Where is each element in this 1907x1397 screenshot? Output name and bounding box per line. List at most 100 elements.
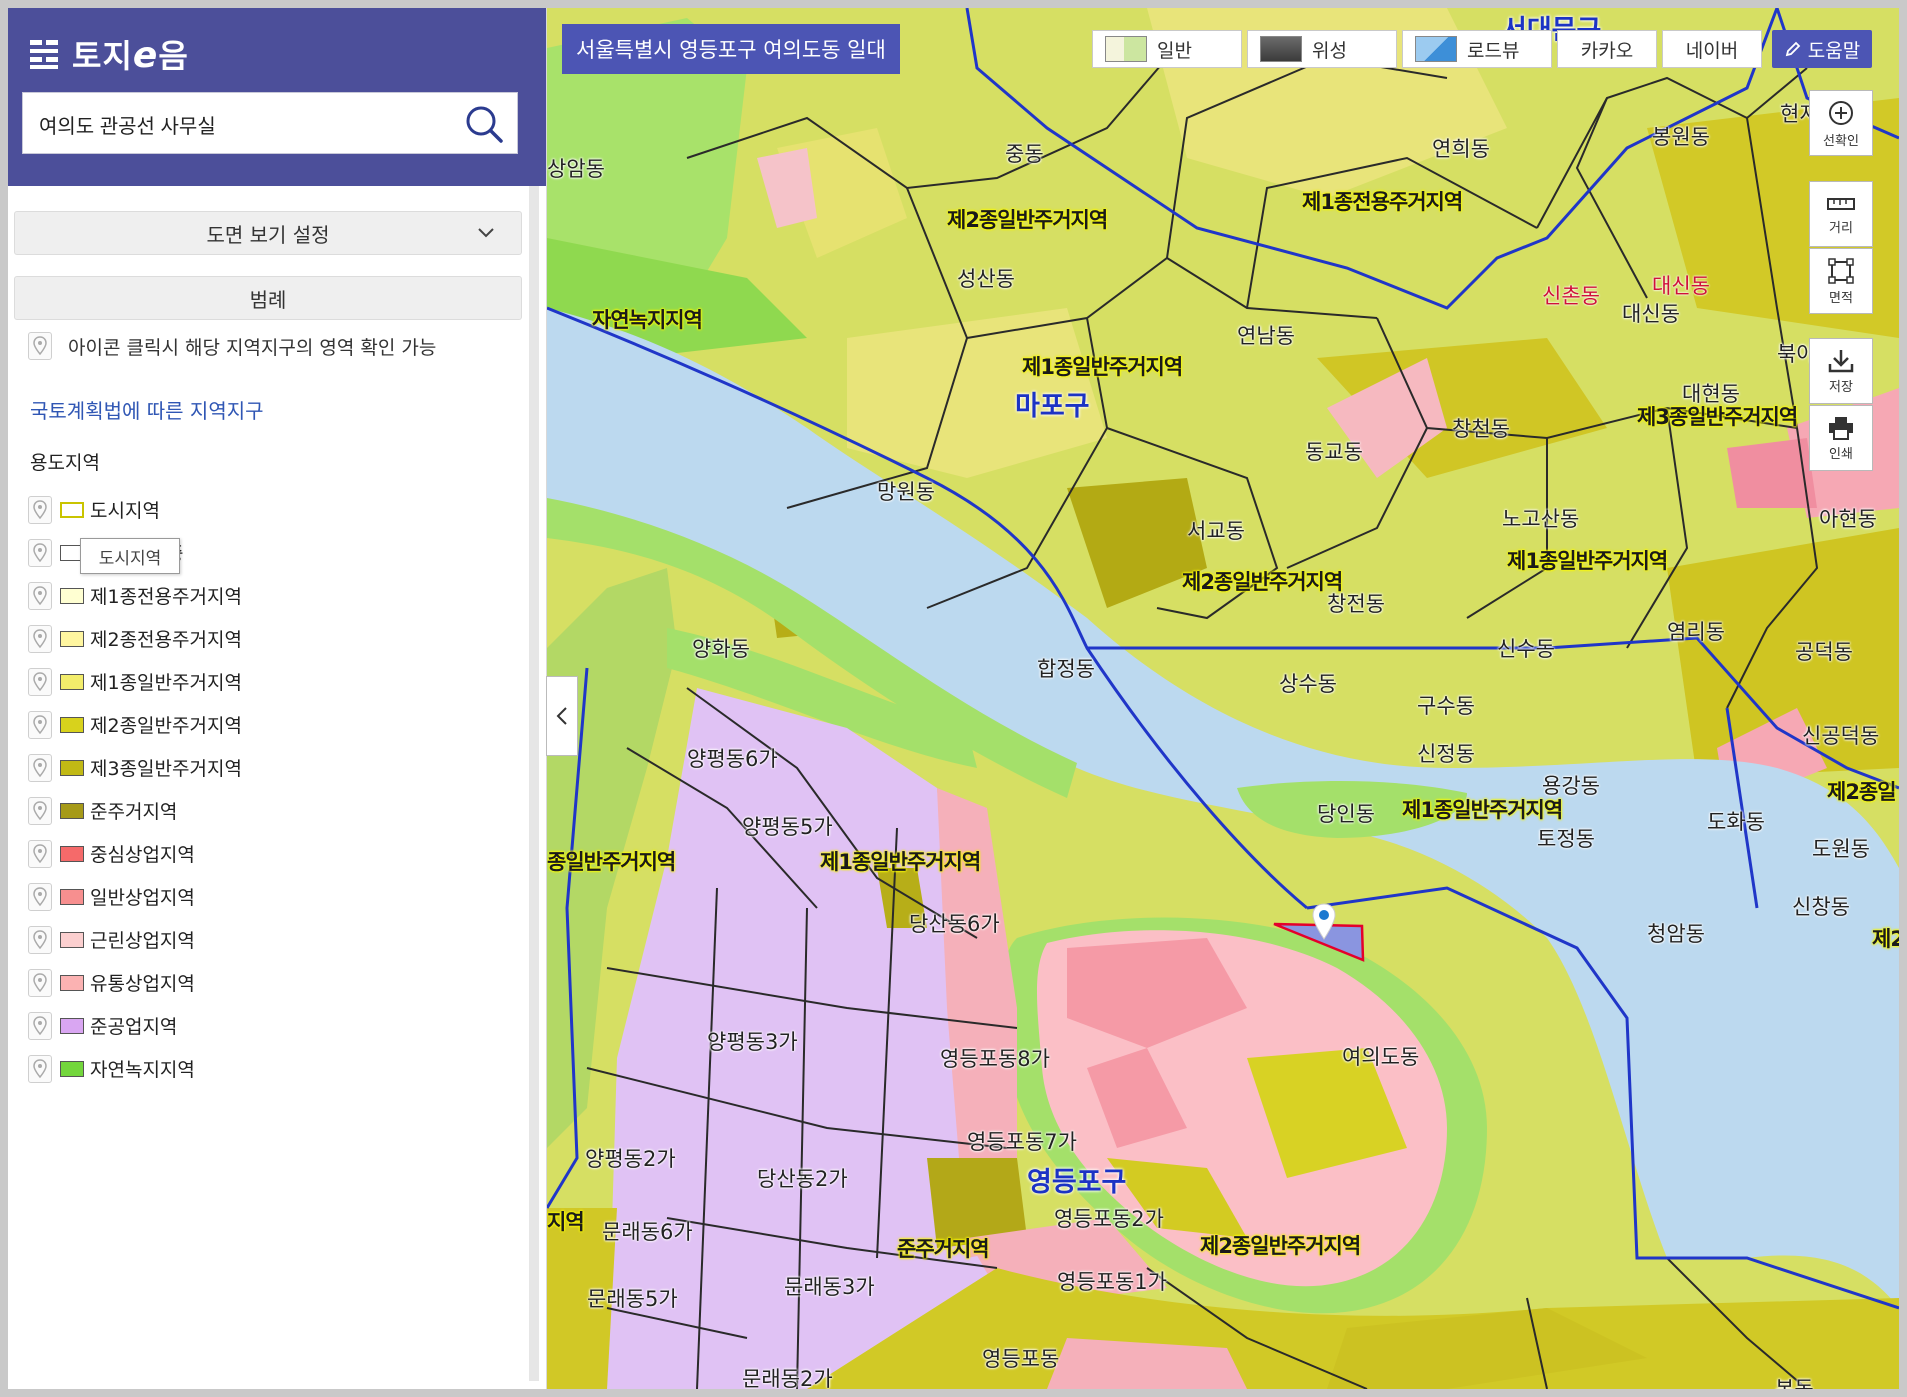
legend-item: 준주거지역 (28, 789, 528, 832)
dong-label: 여의도동 (1342, 1045, 1420, 1069)
pin-icon[interactable] (28, 925, 52, 954)
maptype-naver-button[interactable]: 네이버 (1662, 30, 1762, 68)
pin-icon[interactable] (28, 495, 52, 524)
area-square-icon (1828, 257, 1854, 284)
pin-icon[interactable] (28, 710, 52, 739)
dong-label: 대신동 (1622, 302, 1680, 326)
zoom-plus-icon (1829, 100, 1853, 125)
zoning-map[interactable]: 서대문구 마포구 영등포구 상암동 중동 연희동 봉원동 현저 성산동 연남동 … (547, 8, 1899, 1389)
pin-icon[interactable] (28, 538, 52, 567)
zoning-law-link[interactable]: 국토계획법에 따른 지역지구 (30, 395, 264, 424)
legend-item: 유통상업지역 (28, 961, 528, 1004)
pin-icon[interactable] (28, 1054, 52, 1083)
zone-label: 제2종일반주거지역 (1182, 570, 1343, 594)
dong-label: 신촌동 (1542, 284, 1600, 308)
dong-label: 영등포동2가 (1054, 1207, 1164, 1231)
search-box (22, 92, 518, 155)
dong-label: 토정동 (1537, 827, 1595, 851)
dong-label: 영등포동8가 (940, 1047, 1050, 1071)
legend-swatch (60, 1060, 84, 1077)
panel-scrollbar[interactable] (529, 186, 539, 1381)
dong-label: 창천동 (1452, 417, 1510, 441)
dong-label: 신창동 (1792, 895, 1850, 919)
legend-swatch (60, 501, 84, 518)
zone-label: 종일반주거지역 (547, 850, 676, 874)
dong-label: 상암동 (547, 157, 605, 181)
legend-item: 일반상업지역 (28, 875, 528, 918)
hint-text: 아이콘 클릭시 해당 지역지구의 영역 확인 가능 (68, 336, 437, 359)
pin-icon[interactable] (28, 882, 52, 911)
legend-swatch (60, 587, 84, 604)
legend-label: 자연녹지지역 (90, 1059, 195, 1081)
maptype-normal-button[interactable]: 일반 (1092, 30, 1242, 68)
maptype-kakao-button[interactable]: 카카오 (1557, 30, 1657, 68)
pin-icon[interactable] (28, 968, 52, 997)
zone-group-label: 용도지역 (30, 452, 100, 474)
distance-tool[interactable]: 거리 (1809, 181, 1873, 247)
save-tool[interactable]: 저장 (1809, 338, 1873, 404)
tool-label: 인쇄 (1829, 446, 1853, 462)
help-label: 도움말 (1807, 39, 1861, 62)
location-marker-icon[interactable] (1311, 903, 1337, 941)
zone-label: 준주거지역 (897, 1237, 990, 1261)
legend-label: 준공업지역 (90, 1016, 178, 1038)
line-check-tool[interactable]: 선확인 (1809, 90, 1873, 156)
view-settings-dropdown[interactable]: 도면 보기 설정 (14, 211, 522, 255)
dong-label: 문래동3가 (784, 1275, 875, 1299)
dong-label: 봉원동 (1652, 125, 1710, 149)
legend-hint: 아이콘 클릭시 해당 지역지구의 영역 확인 가능 (28, 332, 436, 360)
legend-label: 준주거지역 (90, 801, 178, 823)
dong-label: 도원동 (1812, 837, 1870, 861)
pin-icon[interactable] (28, 1011, 52, 1040)
normal-map-thumb-icon (1105, 36, 1147, 62)
pin-icon[interactable] (28, 624, 52, 653)
dong-label: 당산동2가 (757, 1167, 848, 1191)
legend-tooltip: 도시지역 (80, 538, 180, 574)
dong-label: 도화동 (1707, 810, 1765, 834)
pin-icon[interactable] (28, 796, 52, 825)
legend-header[interactable]: 범례 (14, 276, 522, 320)
zone-label: 제2 (1872, 927, 1899, 951)
side-panel: 토지e음 도면 보기 설정 범례 (8, 8, 547, 1389)
maptype-roadview-label: 로드뷰 (1467, 39, 1520, 62)
gu-label-mapo: 마포구 (1015, 391, 1090, 422)
dong-label: 양평동5가 (742, 815, 833, 839)
dong-label: 양평동3가 (707, 1030, 798, 1054)
pin-icon[interactable] (28, 753, 52, 782)
tool-label: 선확인 (1823, 133, 1859, 149)
search-icon (466, 106, 503, 143)
dong-label: 합정동 (1037, 657, 1095, 681)
pin-icon[interactable] (28, 839, 52, 868)
area-tool[interactable]: 면적 (1809, 248, 1873, 314)
pin-icon[interactable] (28, 581, 52, 610)
print-tool[interactable]: 인쇄 (1809, 405, 1873, 471)
legend-label: 중심상업지역 (90, 844, 195, 866)
legend-label: 제1종일반주거지역 (90, 672, 242, 694)
app-logo[interactable]: 토지e음 (28, 32, 189, 76)
chevron-down-icon (478, 228, 494, 238)
printer-icon (1829, 416, 1853, 440)
dong-label: 노고산동 (1502, 507, 1580, 531)
zone-label: 제1종일반주거지역 (820, 850, 981, 874)
legend-swatch (60, 759, 84, 776)
maptype-satellite-button[interactable]: 위성 (1247, 30, 1397, 68)
dong-label: 당산동6가 (909, 912, 1000, 936)
view-settings-label: 도면 보기 설정 (206, 222, 330, 247)
legend-title: 범례 (249, 287, 287, 312)
ruler-icon (1827, 197, 1855, 210)
dong-label: 서교동 (1187, 519, 1245, 543)
maptype-satellite-label: 위성 (1312, 39, 1347, 62)
legend-item: 제3종일반주거지역 (28, 746, 528, 789)
help-button[interactable]: 도움말 (1772, 30, 1872, 68)
dong-label: 상수동 (1279, 672, 1337, 696)
legend-label: 제2종전용주거지역 (90, 629, 242, 651)
search-input[interactable] (37, 93, 441, 155)
search-button[interactable] (461, 101, 507, 147)
dong-label: 아현동 (1819, 507, 1877, 531)
maptype-roadview-button[interactable]: 로드뷰 (1402, 30, 1552, 68)
pin-icon[interactable] (28, 667, 52, 696)
collapse-panel-button[interactable] (546, 676, 578, 756)
legend-item: 제2종전용주거지역 (28, 617, 528, 660)
maptype-kakao-label: 카카오 (1580, 39, 1634, 62)
dong-label: 문래동5가 (587, 1287, 678, 1311)
